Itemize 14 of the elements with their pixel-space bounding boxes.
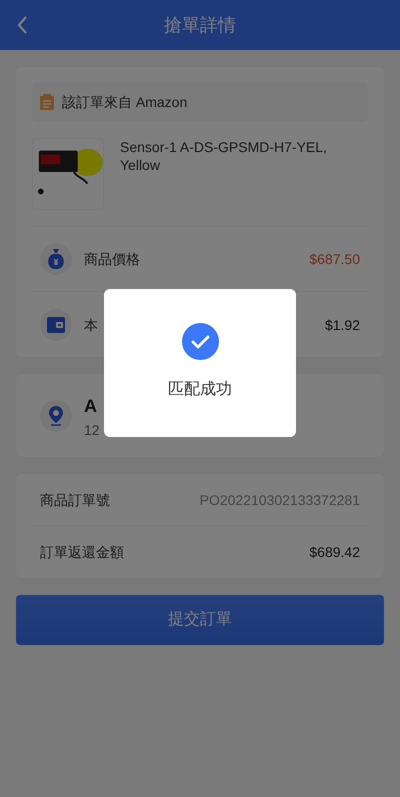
amount-label: 本: [84, 316, 98, 334]
order-label: 商品訂單號: [40, 490, 110, 510]
amount-value: $687.50: [309, 250, 360, 269]
address-name: A: [84, 394, 98, 418]
product-name: Sensor-1 A-DS-GPSMD-H7-YEL, Yellow: [120, 138, 328, 175]
page-title: 搶單詳情: [164, 14, 236, 37]
address-line: 12: [84, 420, 100, 440]
order-value: $689.42: [309, 543, 360, 562]
dialog-message: 匹配成功: [168, 380, 232, 400]
source-text: 該訂單來自 Amazon: [62, 93, 188, 112]
amount-value: $1.92: [324, 316, 360, 334]
order-value: PO202210302133372281: [200, 490, 360, 510]
amount-label: 商品價格: [84, 250, 140, 269]
order-label: 訂單返還金額: [40, 543, 124, 562]
